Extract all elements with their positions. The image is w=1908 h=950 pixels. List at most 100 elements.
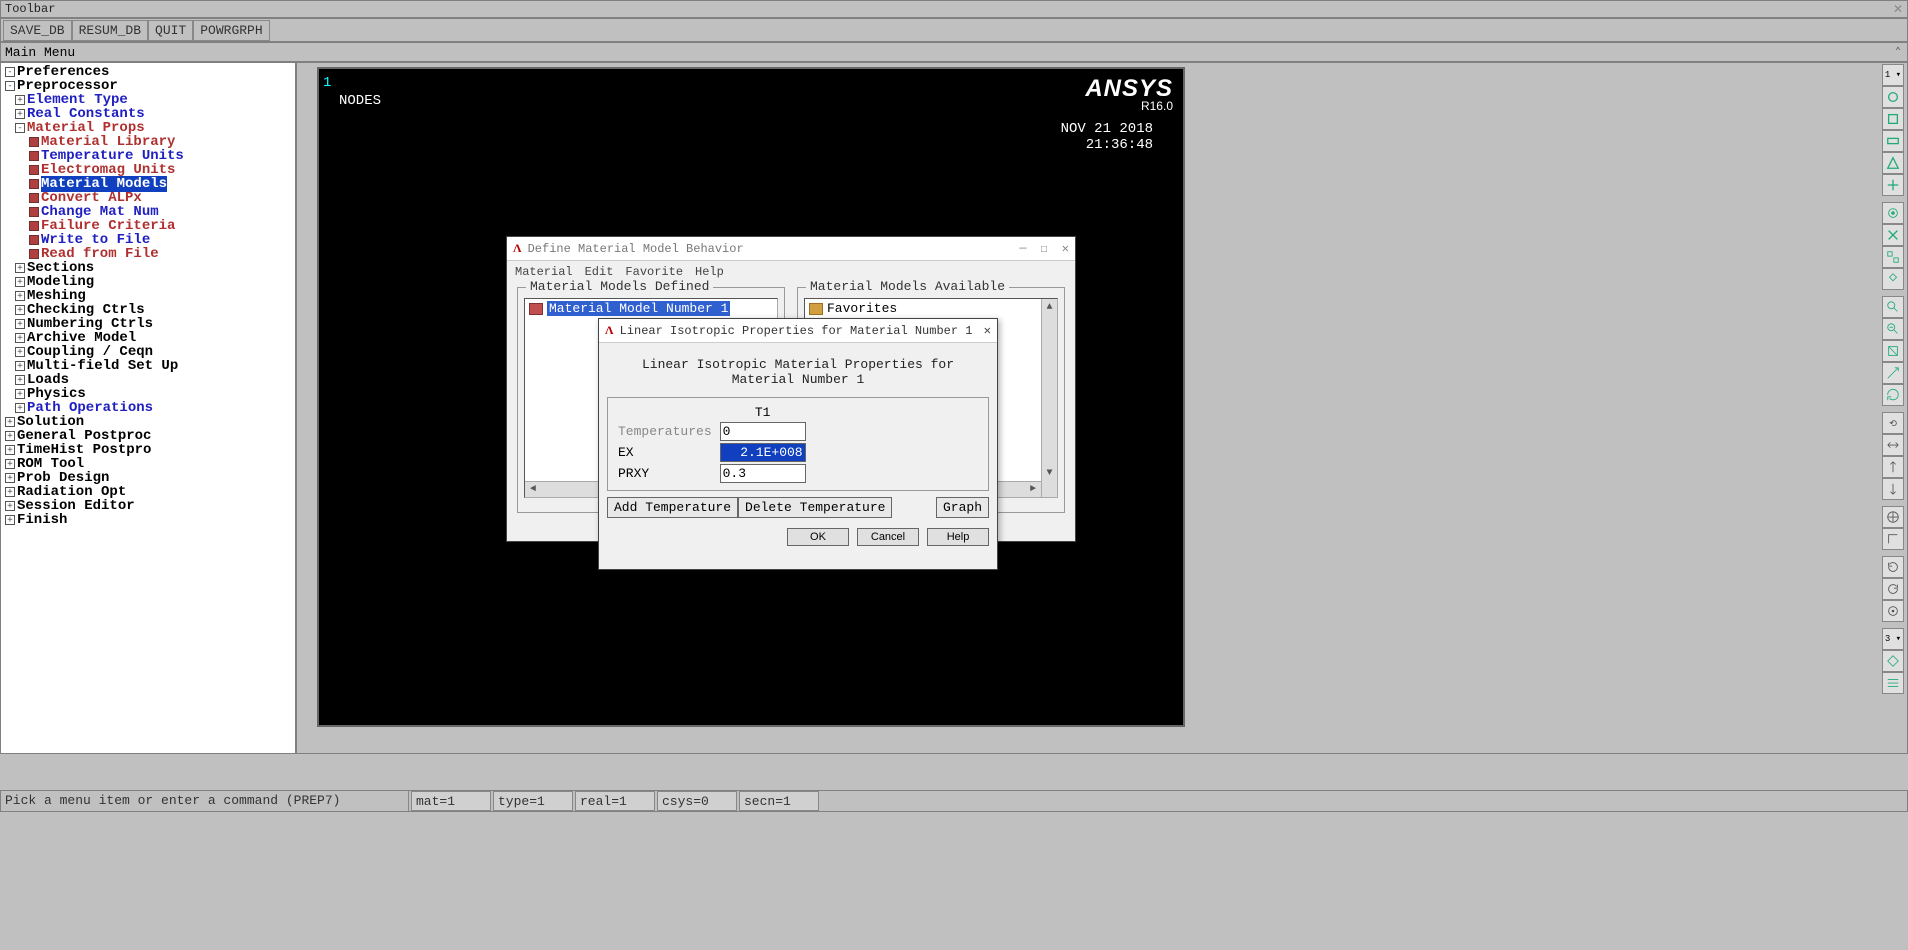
powrgrph-button[interactable]: POWRGRPH	[193, 20, 269, 41]
tree-item[interactable]: +Archive Model	[1, 331, 295, 345]
tree-item[interactable]: +Prob Design	[1, 471, 295, 485]
tree-item[interactable]: Material Library	[1, 135, 295, 149]
ex-input[interactable]	[720, 443, 806, 462]
tool-icon[interactable]	[1882, 434, 1904, 456]
main-menu-tree[interactable]: -Preferences-Preprocessor+Element Type+R…	[0, 62, 296, 754]
tool-icon[interactable]	[1882, 318, 1904, 340]
temperatures-input[interactable]	[720, 422, 806, 441]
list-item[interactable]: Material Model Number 1	[525, 299, 777, 318]
expand-icon[interactable]: +	[15, 389, 25, 399]
tool-icon[interactable]	[1882, 362, 1904, 384]
tool-icon[interactable]	[1882, 578, 1904, 600]
dialog2-close-icon[interactable]: ✕	[984, 323, 991, 338]
delete-temperature-button[interactable]: Delete Temperature	[738, 497, 892, 518]
expand-icon[interactable]: -	[5, 81, 15, 91]
expand-icon[interactable]: +	[15, 263, 25, 273]
tree-item[interactable]: -Preprocessor	[1, 79, 295, 93]
tool-icon[interactable]	[1882, 506, 1904, 528]
tree-item[interactable]: +Modeling	[1, 275, 295, 289]
expand-icon[interactable]: +	[15, 319, 25, 329]
expand-icon[interactable]: +	[15, 109, 25, 119]
menu-material[interactable]: Material	[515, 265, 573, 279]
tool-icon[interactable]	[1882, 478, 1904, 500]
tree-item[interactable]: +TimeHist Postpro	[1, 443, 295, 457]
save-db-button[interactable]: SAVE_DB	[3, 20, 72, 41]
expand-icon[interactable]: +	[15, 361, 25, 371]
tool-icon[interactable]	[1882, 246, 1904, 268]
dialog1-close-icon[interactable]: ✕	[1062, 241, 1069, 256]
tree-item[interactable]: Electromag Units	[1, 163, 295, 177]
help-button[interactable]: Help	[927, 528, 989, 546]
main-menu-collapse-icon[interactable]: ⌃	[1895, 46, 1901, 58]
expand-icon[interactable]: +	[15, 347, 25, 357]
view-selector[interactable]: 1 ▾	[1882, 64, 1904, 86]
tree-item[interactable]: Change Mat Num	[1, 205, 295, 219]
tree-item[interactable]: +Loads	[1, 373, 295, 387]
tree-item[interactable]: Failure Criteria	[1, 219, 295, 233]
tool-icon[interactable]: ⟲	[1882, 412, 1904, 434]
tree-item[interactable]: -Preferences	[1, 65, 295, 79]
tool-icon[interactable]	[1882, 152, 1904, 174]
tree-item[interactable]: +Numbering Ctrls	[1, 317, 295, 331]
tool-icon[interactable]	[1882, 528, 1904, 550]
tool-icon[interactable]	[1882, 268, 1904, 290]
rate-selector[interactable]: 3 ▾	[1882, 628, 1904, 650]
tool-icon[interactable]	[1882, 108, 1904, 130]
expand-icon[interactable]: +	[5, 431, 15, 441]
dialog1-minimize-icon[interactable]: —	[1019, 241, 1026, 256]
expand-icon[interactable]: -	[15, 123, 25, 133]
tool-icon[interactable]	[1882, 672, 1904, 694]
expand-icon[interactable]: +	[15, 333, 25, 343]
tree-item[interactable]: +Meshing	[1, 289, 295, 303]
tool-icon[interactable]	[1882, 224, 1904, 246]
tool-icon[interactable]	[1882, 556, 1904, 578]
tool-icon[interactable]	[1882, 600, 1904, 622]
toolbar-close-icon[interactable]: ✕	[1893, 2, 1903, 16]
expand-icon[interactable]: +	[15, 403, 25, 413]
tree-item[interactable]: +ROM Tool	[1, 457, 295, 471]
expand-icon[interactable]: +	[5, 417, 15, 427]
tool-icon[interactable]	[1882, 296, 1904, 318]
tool-icon[interactable]	[1882, 86, 1904, 108]
tool-icon[interactable]	[1882, 384, 1904, 406]
tree-item[interactable]: +Checking Ctrls	[1, 303, 295, 317]
tree-item[interactable]: Temperature Units	[1, 149, 295, 163]
tree-item[interactable]: +Session Editor	[1, 499, 295, 513]
expand-icon[interactable]: +	[5, 459, 15, 469]
tree-item[interactable]: +General Postproc	[1, 429, 295, 443]
tree-item[interactable]: +Element Type	[1, 93, 295, 107]
command-prompt[interactable]: Pick a menu item or enter a command (PRE…	[1, 791, 409, 811]
expand-icon[interactable]: +	[5, 473, 15, 483]
expand-icon[interactable]: +	[5, 487, 15, 497]
expand-icon[interactable]: +	[5, 515, 15, 525]
graph-button[interactable]: Graph	[936, 497, 989, 518]
tree-item[interactable]: -Material Props	[1, 121, 295, 135]
tree-item[interactable]: +Radiation Opt	[1, 485, 295, 499]
scrollbar-vertical[interactable]: ▲▼	[1041, 299, 1057, 497]
tree-item[interactable]: Read from File	[1, 247, 295, 261]
tree-item[interactable]: +Solution	[1, 415, 295, 429]
tool-icon[interactable]	[1882, 340, 1904, 362]
tree-item[interactable]: Material Models	[1, 177, 295, 191]
tree-item[interactable]: +Path Operations	[1, 401, 295, 415]
list-item[interactable]: Favorites	[805, 299, 1057, 318]
expand-icon[interactable]: +	[5, 445, 15, 455]
tree-item[interactable]: +Finish	[1, 513, 295, 527]
dialog1-maximize-icon[interactable]: ☐	[1041, 241, 1048, 256]
expand-icon[interactable]: +	[15, 291, 25, 301]
resum-db-button[interactable]: RESUM_DB	[72, 20, 148, 41]
cancel-button[interactable]: Cancel	[857, 528, 919, 546]
expand-icon[interactable]: -	[5, 67, 15, 77]
tool-icon[interactable]	[1882, 650, 1904, 672]
tree-item[interactable]: +Multi-field Set Up	[1, 359, 295, 373]
tree-item[interactable]: +Coupling / Ceqn	[1, 345, 295, 359]
expand-icon[interactable]: +	[5, 501, 15, 511]
expand-icon[interactable]: +	[15, 277, 25, 287]
menu-edit[interactable]: Edit	[585, 265, 614, 279]
expand-icon[interactable]: +	[15, 95, 25, 105]
expand-icon[interactable]: +	[15, 375, 25, 385]
prxy-input[interactable]	[720, 464, 806, 483]
add-temperature-button[interactable]: Add Temperature	[607, 497, 738, 518]
tree-item[interactable]: +Physics	[1, 387, 295, 401]
tree-item[interactable]: +Real Constants	[1, 107, 295, 121]
